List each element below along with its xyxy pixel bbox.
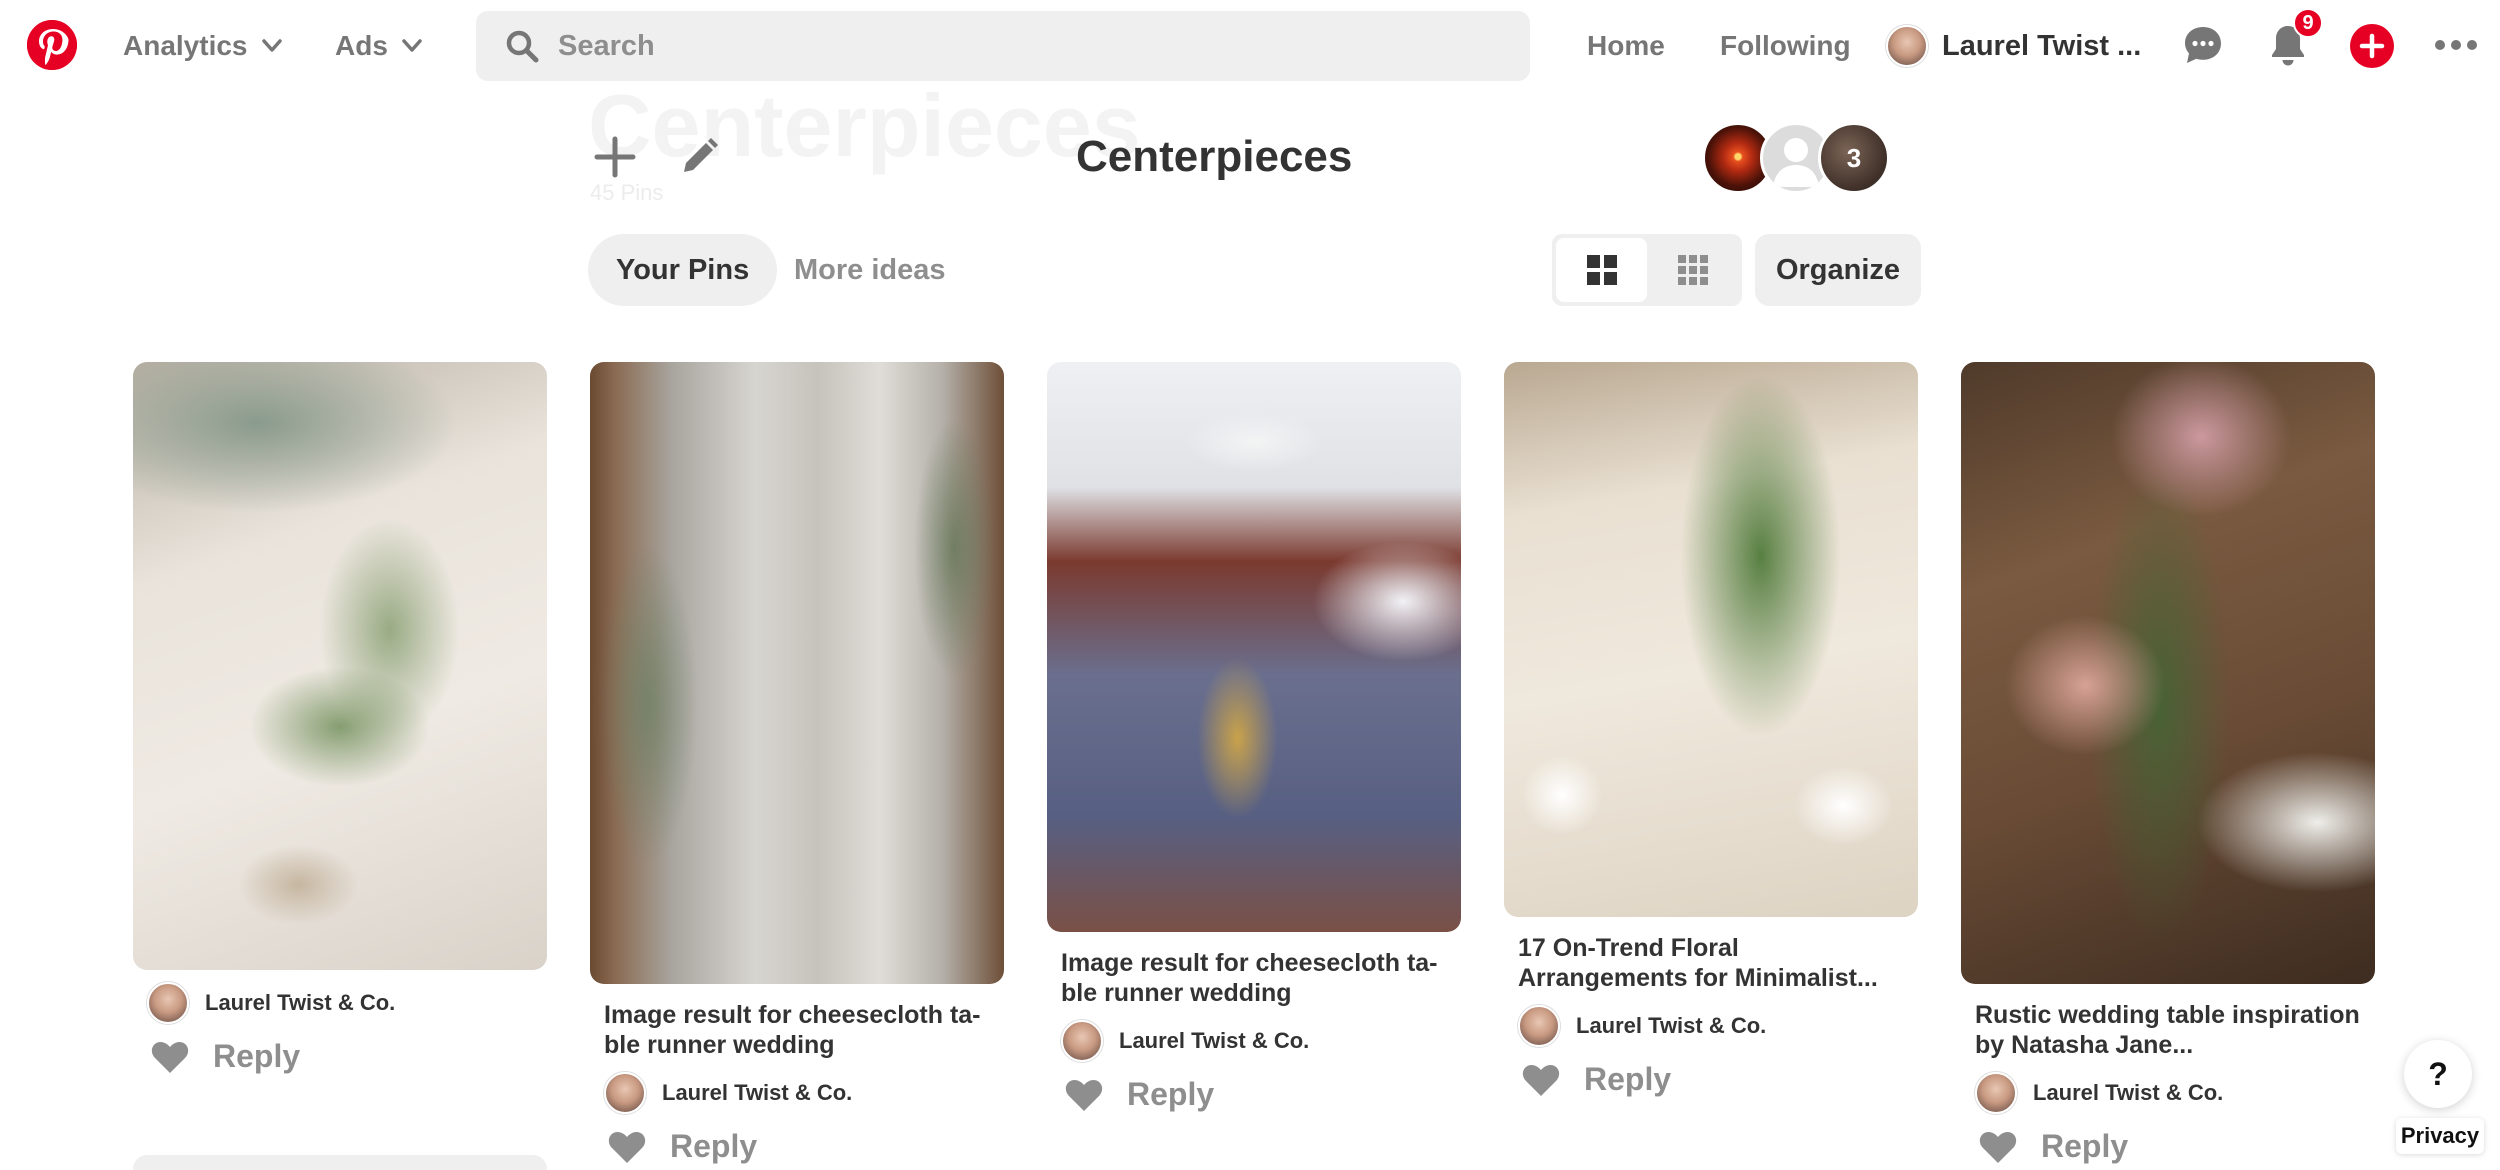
create-pin-button[interactable] — [2350, 24, 2394, 68]
heart-icon — [1065, 1079, 1103, 1111]
profile-name: Laurel Twist ... — [1942, 29, 2142, 62]
organize-button[interactable]: Organize — [1755, 234, 1921, 306]
more-options-button[interactable] — [2433, 22, 2479, 68]
messages-button[interactable] — [2180, 22, 2226, 68]
pin-reply-button[interactable]: Reply — [1065, 1076, 1443, 1113]
pin-count-faded: 45 Pins — [590, 180, 664, 205]
pin-author[interactable]: Laurel Twist & Co. — [147, 982, 533, 1024]
chevron-down-icon — [261, 39, 282, 52]
pin-reply-button[interactable]: Reply — [151, 1038, 529, 1075]
view-size-toggle — [1552, 234, 1742, 306]
pin-image[interactable] — [1047, 362, 1461, 932]
notification-count-badge: 9 — [2293, 8, 2323, 38]
heart-icon — [608, 1131, 646, 1163]
analytics-dropdown[interactable]: Analytics — [123, 26, 282, 66]
chat-bubble-icon — [2185, 27, 2221, 63]
following-link[interactable]: Following — [1720, 26, 1851, 66]
pin-title[interactable]: 17 On-Trend Floral Arrangements for Mini… — [1518, 933, 1904, 993]
pin-author-name: Laurel Twist & Co. — [662, 1080, 853, 1105]
pin-card[interactable]: Laurel Twist & Co. Reply — [133, 362, 547, 1075]
pin-author-name: Laurel Twist & Co. — [205, 990, 396, 1015]
top-navigation-bar: Analytics Ads Home Following Laurel Twis… — [0, 0, 2500, 92]
pinterest-logo-icon[interactable] — [27, 20, 77, 70]
heart-icon — [1522, 1064, 1560, 1096]
pin-title[interactable]: Image result for cheesecloth ta-ble runn… — [604, 1000, 990, 1060]
pin-reply-button[interactable]: Reply — [1979, 1128, 2357, 1165]
pin-author-name: Laurel Twist & Co. — [2033, 1080, 2224, 1105]
plus-icon — [2359, 33, 2385, 59]
large-grid-view-button[interactable] — [1556, 238, 1647, 302]
pin-card[interactable]: 17 On-Trend Floral Arrangements for Mini… — [1504, 362, 1918, 1098]
pin-author[interactable]: Laurel Twist & Co. — [604, 1072, 990, 1114]
heart-icon — [1979, 1131, 2017, 1163]
reply-label: Reply — [213, 1038, 301, 1074]
chevron-down-icon — [402, 39, 422, 52]
pencil-icon — [684, 138, 718, 172]
profile-link[interactable]: Laurel Twist ... — [1886, 24, 2141, 68]
pin-image[interactable] — [133, 362, 547, 970]
reply-label: Reply — [1127, 1076, 1215, 1112]
search-icon — [506, 30, 539, 63]
pin-author[interactable]: Laurel Twist & Co. — [1975, 1072, 2361, 1114]
avatar — [1886, 25, 1928, 67]
tab-more-ideas[interactable]: More ideas — [766, 234, 974, 306]
reply-label: Reply — [670, 1128, 758, 1164]
pin-author-name: Laurel Twist & Co. — [1119, 1028, 1310, 1053]
pin-reply-button[interactable]: Reply — [608, 1128, 986, 1165]
avatar — [604, 1072, 646, 1114]
avatar — [1518, 1005, 1560, 1047]
reply-label: Reply — [1584, 1061, 1672, 1097]
small-grid-icon — [1677, 255, 1708, 285]
ads-dropdown[interactable]: Ads — [335, 26, 422, 66]
pin-card[interactable]: Rustic wedding table inspiration by Nata… — [1961, 362, 2375, 1165]
board-title-faded: Centerpieces — [588, 76, 1141, 175]
avatar — [1975, 1072, 2017, 1114]
edit-board-button[interactable] — [674, 132, 724, 182]
pin-author-name: Laurel Twist & Co. — [1576, 1013, 1767, 1038]
plus-icon — [594, 136, 636, 178]
pin-image[interactable] — [590, 362, 1004, 984]
home-link[interactable]: Home — [1587, 26, 1665, 66]
help-button[interactable]: ? — [2404, 1040, 2472, 1108]
add-button[interactable] — [590, 132, 640, 182]
reply-label: Reply — [2041, 1128, 2129, 1164]
ellipsis-icon — [2435, 40, 2477, 50]
heart-icon — [151, 1041, 189, 1073]
ads-label: Ads — [335, 30, 388, 61]
pin-reply-button[interactable]: Reply — [1522, 1061, 1900, 1098]
board-title: Centerpieces — [1076, 132, 1353, 181]
pin-title[interactable]: Image result for cheesecloth ta-ble runn… — [1061, 948, 1447, 1008]
pin-title[interactable]: Rustic wedding table inspiration by Nata… — [1975, 1000, 2361, 1060]
avatar — [147, 982, 189, 1024]
pin-card[interactable]: Image result for cheesecloth ta-ble runn… — [1047, 362, 1461, 1113]
tab-your-pins[interactable]: Your Pins — [588, 234, 778, 306]
pin-image[interactable] — [1504, 362, 1918, 917]
pin-card[interactable]: Image result for cheesecloth ta-ble runn… — [590, 362, 1004, 1165]
search-bar[interactable] — [476, 11, 1530, 81]
more-collaborators-count[interactable]: 3 — [1818, 122, 1890, 194]
pin-card-partial[interactable] — [133, 1155, 547, 1170]
search-input[interactable] — [558, 29, 1458, 63]
pin-author[interactable]: Laurel Twist & Co. — [1061, 1020, 1447, 1062]
avatar — [1061, 1020, 1103, 1062]
privacy-link[interactable]: Privacy — [2396, 1118, 2484, 1154]
pin-author[interactable]: Laurel Twist & Co. — [1518, 1005, 1904, 1047]
small-grid-view-button[interactable] — [1647, 238, 1738, 302]
analytics-label: Analytics — [123, 30, 248, 61]
large-grid-icon — [1586, 255, 1617, 285]
pin-image[interactable] — [1961, 362, 2375, 984]
